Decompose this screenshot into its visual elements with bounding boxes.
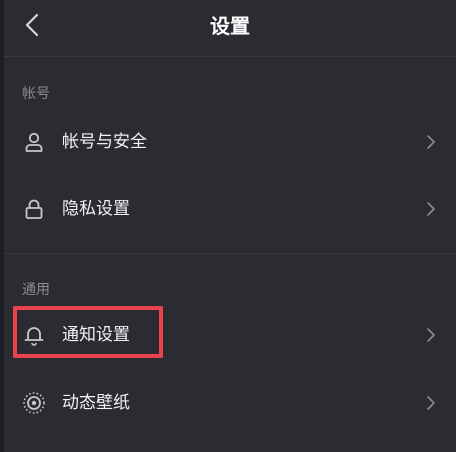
dynamic-wallpaper-item[interactable]: 动态壁纸 (4, 373, 456, 433)
chevron-right-icon (424, 327, 438, 343)
account-security-label: 帐号与安全 (62, 132, 147, 152)
page-title: 设置 (210, 14, 250, 38)
section-header-account: 帐号 (22, 86, 50, 102)
dynamic-wallpaper-label: 动态壁纸 (62, 393, 130, 413)
section-divider (4, 253, 456, 254)
nav-bar: 设置 (4, 0, 456, 56)
privacy-settings-label: 隐私设置 (62, 199, 130, 219)
account-security-item[interactable]: 帐号与安全 (4, 112, 456, 172)
privacy-settings-item[interactable]: 隐私设置 (4, 179, 456, 239)
chevron-right-icon (424, 201, 438, 217)
wallpaper-icon (22, 391, 46, 415)
notification-settings-item[interactable]: 通知设置 (4, 305, 456, 365)
settings-screen: 设置 帐号 帐号与安全 隐私设置 通用 通知设置 动态壁纸 (4, 0, 456, 452)
lock-icon (22, 197, 46, 221)
bell-icon (22, 323, 46, 347)
chevron-right-icon (424, 134, 438, 150)
nav-divider (4, 56, 456, 57)
chevron-right-icon (424, 395, 438, 411)
user-icon (22, 130, 46, 154)
section-header-general: 通用 (22, 282, 50, 298)
notification-settings-label: 通知设置 (62, 325, 130, 345)
